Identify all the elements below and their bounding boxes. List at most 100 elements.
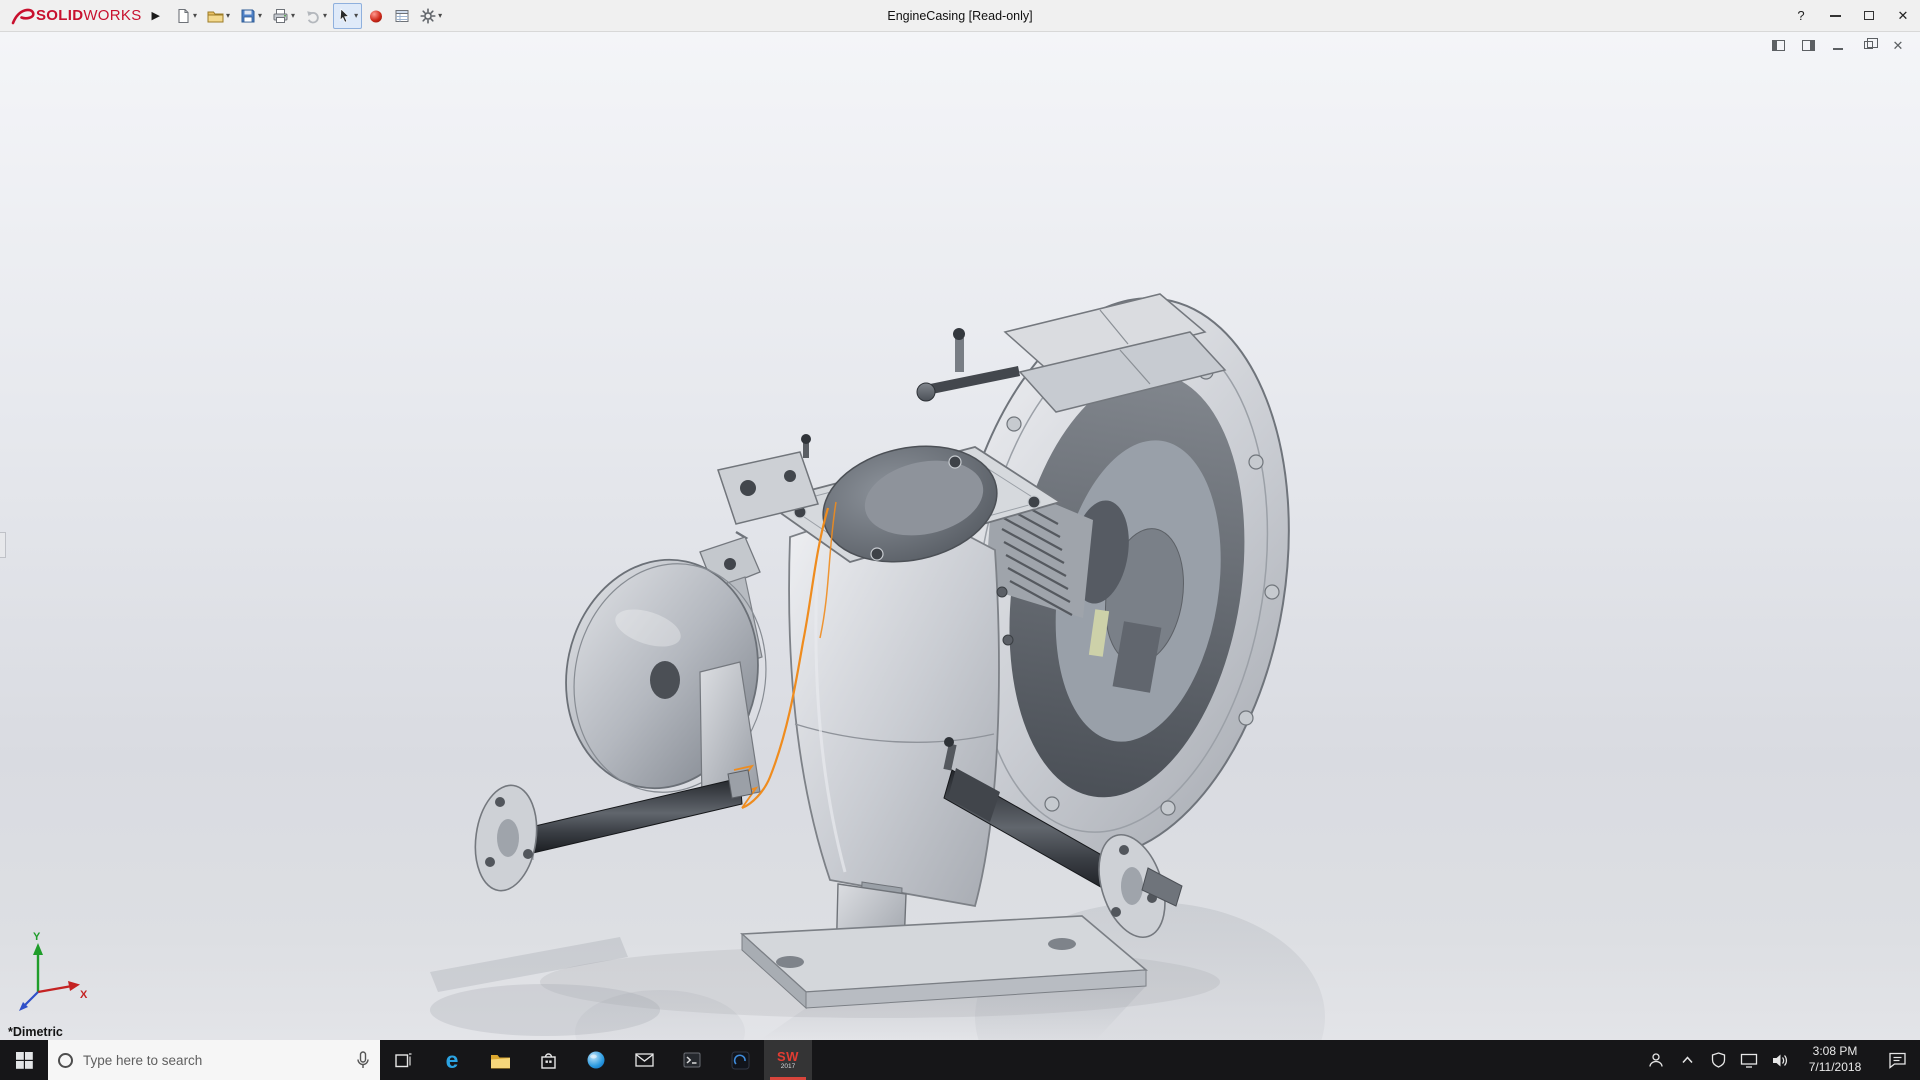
taskbar-search[interactable] (48, 1040, 380, 1080)
doc-close-button[interactable]: ✕ (1890, 38, 1906, 52)
doc-minimize-button[interactable] (1830, 38, 1846, 52)
action-center-button[interactable] (1878, 1040, 1916, 1080)
action-center-icon (1888, 1052, 1907, 1069)
help-button[interactable]: ? (1784, 0, 1818, 31)
select-tool-button[interactable]: ▾ (333, 3, 362, 29)
task-view-icon (395, 1052, 413, 1069)
ds-logo-icon (10, 6, 36, 26)
clutch-disc[interactable] (545, 542, 787, 810)
browser-orb-icon (586, 1050, 606, 1070)
clock-time: 3:08 PM (1803, 1044, 1867, 1060)
view-orientation-label: *Dimetric (8, 1025, 63, 1039)
engine-casing-model[interactable] (0, 32, 1920, 1040)
start-button[interactable] (0, 1040, 48, 1080)
graphics-viewport[interactable]: ✕ (0, 32, 1920, 1040)
system-tray: 3:08 PM 7/11/2018 (1644, 1040, 1920, 1080)
search-input[interactable] (83, 1053, 346, 1068)
new-document-button[interactable]: ▾ (171, 3, 201, 29)
print-icon (272, 8, 289, 24)
store-bag-icon (540, 1051, 557, 1070)
edge-icon: e (446, 1049, 459, 1072)
doc-restore-icon (1864, 41, 1873, 49)
hidden-icons-button[interactable] (1675, 1040, 1699, 1080)
dark-app-icon (731, 1051, 750, 1070)
main-toolbar: ▾ ▾ ▾ ▾ (170, 0, 447, 31)
x-axis-label: X (80, 989, 88, 1001)
undo-button[interactable]: ▾ (301, 3, 331, 29)
store-button[interactable] (524, 1040, 572, 1080)
browser-orb-button[interactable] (572, 1040, 620, 1080)
volume-button[interactable] (1768, 1040, 1792, 1080)
open-button[interactable]: ▾ (203, 3, 234, 29)
network-button[interactable] (1737, 1040, 1761, 1080)
file-explorer-button[interactable] (476, 1040, 524, 1080)
solidworks-app-label: SW (777, 1050, 799, 1063)
options-gear-icon (420, 8, 436, 24)
document-window-controls: ✕ (1770, 38, 1906, 52)
pane-right-button[interactable] (1800, 38, 1816, 52)
mail-icon (635, 1053, 654, 1067)
taskbar-clock[interactable]: 3:08 PM 7/11/2018 (1799, 1044, 1871, 1075)
new-caret[interactable]: ▾ (193, 11, 197, 20)
solidworks-logo: SOLIDWORKS (0, 6, 148, 26)
save-floppy-icon (240, 8, 256, 24)
title-bar: SOLIDWORKS ▶ ▾ ▾ ▾ (0, 0, 1920, 32)
new-document-icon (175, 8, 191, 24)
save-button[interactable]: ▾ (236, 3, 266, 29)
save-caret[interactable]: ▾ (258, 11, 262, 20)
options-caret[interactable]: ▾ (438, 11, 442, 20)
pane-left-button[interactable] (1770, 38, 1786, 52)
appearance-button[interactable] (364, 3, 388, 29)
window-controls: ? ✕ (1784, 0, 1920, 31)
solidworks-app-icon: SW 2017 (777, 1050, 799, 1071)
print-caret[interactable]: ▾ (291, 11, 295, 20)
select-arrow-icon (337, 8, 352, 24)
close-button[interactable]: ✕ (1886, 0, 1920, 31)
dark-app-button[interactable] (716, 1040, 764, 1080)
network-display-icon (1740, 1053, 1758, 1068)
select-caret[interactable]: ▾ (354, 11, 358, 20)
brand-solid: SOLID (36, 7, 83, 24)
minimize-button[interactable] (1818, 0, 1852, 31)
solidworks-app-year: 2017 (781, 1064, 795, 1071)
brand-works: WORKS (83, 7, 141, 24)
speaker-icon (1771, 1053, 1789, 1068)
windows-logo-icon (16, 1052, 33, 1069)
restore-button[interactable] (1852, 0, 1886, 31)
design-table-icon (394, 8, 410, 24)
undo-caret[interactable]: ▾ (323, 11, 327, 20)
print-button[interactable]: ▾ (268, 3, 299, 29)
left-mount-axle[interactable] (469, 770, 752, 895)
restore-icon (1864, 11, 1874, 20)
pane-right-icon (1802, 40, 1815, 51)
edge-browser-button[interactable]: e (428, 1040, 476, 1080)
y-axis-arrow (33, 943, 43, 955)
minimize-icon (1830, 15, 1841, 17)
shield-icon (1711, 1052, 1726, 1068)
command-prompt-button[interactable] (668, 1040, 716, 1080)
defender-button[interactable] (1706, 1040, 1730, 1080)
open-folder-icon (207, 8, 224, 24)
task-view-button[interactable] (380, 1040, 428, 1080)
undo-icon (305, 8, 321, 24)
cortana-icon (58, 1053, 73, 1068)
pane-left-icon (1772, 40, 1785, 51)
microphone-icon[interactable] (356, 1051, 370, 1070)
solidworks-taskbar-button[interactable]: SW 2017 (764, 1040, 812, 1080)
appearance-sphere-icon (368, 8, 384, 24)
file-explorer-icon (490, 1052, 511, 1069)
design-table-button[interactable] (390, 3, 414, 29)
options-button[interactable]: ▾ (416, 3, 446, 29)
y-axis-label: Y (33, 931, 41, 943)
people-button[interactable] (1644, 1040, 1668, 1080)
mail-button[interactable] (620, 1040, 668, 1080)
clock-date: 7/11/2018 (1803, 1060, 1867, 1076)
doc-restore-button[interactable] (1860, 38, 1876, 52)
reference-triad: Y X (12, 930, 92, 1014)
x-axis-arrow (68, 981, 80, 991)
command-prompt-icon (683, 1052, 701, 1068)
menu-flyout-arrow[interactable]: ▶ (148, 9, 170, 22)
doc-minimize-icon (1833, 48, 1843, 50)
open-caret[interactable]: ▾ (226, 11, 230, 20)
chevron-up-icon (1681, 1055, 1694, 1065)
